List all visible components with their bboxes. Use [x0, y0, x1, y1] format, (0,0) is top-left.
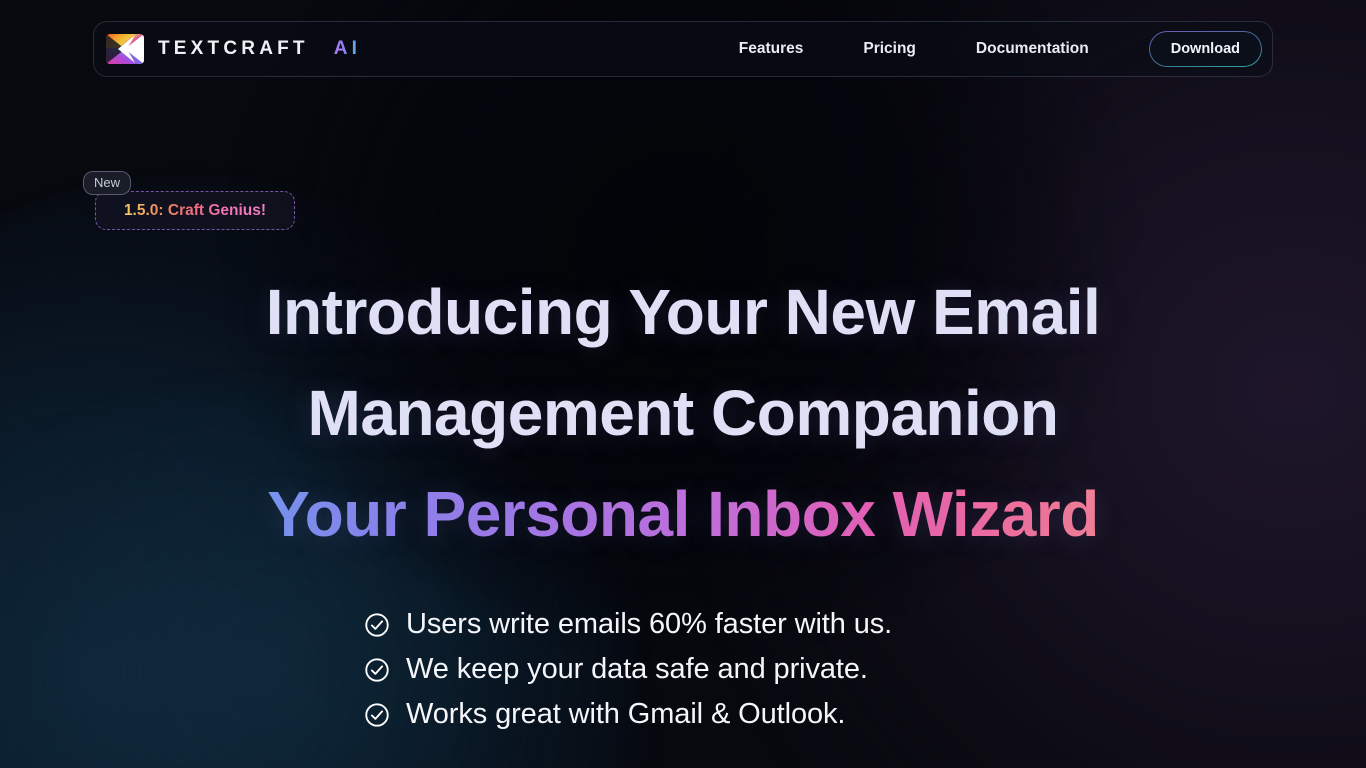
hero-line-3-gradient: Your Personal Inbox Wizard	[0, 464, 1366, 564]
landing-page: TEXTCRAFT AI Features Pricing Documentat…	[0, 0, 1366, 768]
nav-link-features[interactable]: Features	[739, 32, 804, 66]
list-item: We keep your data safe and private.	[363, 653, 1003, 686]
check-circle-icon	[365, 612, 389, 637]
brand-suffix: AI	[333, 38, 362, 59]
announcement-text: 1.5.0: Craft Genius!	[123, 201, 267, 219]
brand-name: TEXTCRAFT	[158, 38, 309, 59]
hero-section: Introducing Your New Email Management Co…	[0, 262, 1366, 564]
feature-text: Works great with Gmail & Outlook.	[406, 698, 846, 730]
feature-text: Users write emails 60% faster with us.	[406, 608, 893, 640]
hero-line-2: Management Companion	[307, 377, 1059, 449]
list-item: Users write emails 60% faster with us.	[363, 608, 1003, 641]
announcement-box[interactable]: 1.5.0: Craft Genius!	[95, 191, 295, 230]
envelope-gradient-logo-icon	[106, 34, 144, 64]
brand[interactable]: TEXTCRAFT AI	[106, 34, 361, 64]
feature-list: Users write emails 60% faster with us. W…	[0, 608, 1366, 731]
feature-text: We keep your data safe and private.	[406, 653, 868, 685]
nav-link-pricing[interactable]: Pricing	[863, 32, 916, 66]
list-item: Works great with Gmail & Outlook.	[363, 698, 1003, 731]
site-header: TEXTCRAFT AI Features Pricing Documentat…	[93, 21, 1273, 77]
page-title: Introducing Your New Email Management Co…	[0, 262, 1366, 564]
check-circle-icon	[365, 657, 389, 682]
announcement-banner[interactable]: 1.5.0: Craft Genius! New	[83, 171, 423, 236]
download-button[interactable]: Download	[1149, 31, 1262, 67]
hero-line-1: Introducing Your New Email	[265, 276, 1101, 348]
check-circle-icon	[365, 702, 389, 727]
main-nav: Features Pricing Documentation Download	[739, 31, 1262, 67]
nav-link-documentation[interactable]: Documentation	[976, 32, 1089, 66]
new-badge: New	[83, 171, 132, 195]
